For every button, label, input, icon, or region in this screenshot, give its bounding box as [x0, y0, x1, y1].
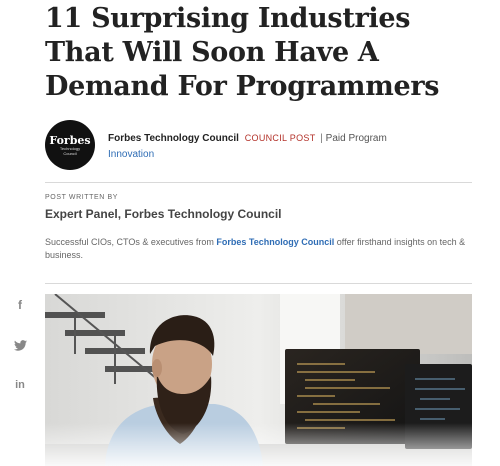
expert-panel-author[interactable]: Expert Panel, Forbes Technology Council: [45, 207, 281, 221]
hero-image: [45, 294, 472, 466]
author-block: Forbes Technology Council Forbes Technol…: [45, 120, 475, 170]
divider: [45, 283, 472, 284]
forbes-technology-council-link[interactable]: Forbes Technology Council: [216, 237, 334, 247]
article-headline: 11 Surprising Industries That Will Soon …: [45, 3, 440, 102]
linkedin-icon[interactable]: in: [11, 376, 29, 394]
author-name-link[interactable]: Forbes Technology Council: [108, 133, 239, 144]
twitter-bird-glyph: [13, 339, 27, 351]
divider: [45, 182, 472, 183]
twitter-icon[interactable]: [11, 336, 29, 354]
author-avatar[interactable]: Forbes Technology Council: [45, 120, 95, 170]
avatar-subtitle: Technology Council: [59, 145, 81, 156]
byline-separator: |: [320, 133, 323, 144]
article-page: 11 Surprising Industries That Will Soon …: [0, 0, 500, 466]
channel-link-innovation[interactable]: Innovation: [108, 148, 154, 162]
facebook-icon[interactable]: f: [11, 296, 29, 314]
paid-program-label: Paid Program: [325, 133, 387, 144]
byline: Forbes Technology Council COUNCIL POST |…: [108, 131, 387, 146]
desc-text-before: Successful CIOs, CTOs & executives from: [45, 237, 217, 247]
hero-illustration: [45, 294, 472, 466]
council-post-tag: COUNCIL POST: [244, 133, 316, 143]
avatar-brand: Forbes: [49, 133, 91, 147]
post-written-by-label: POST WRITTEN BY: [45, 194, 119, 201]
author-description: Successful CIOs, CTOs & executives from …: [45, 236, 475, 262]
